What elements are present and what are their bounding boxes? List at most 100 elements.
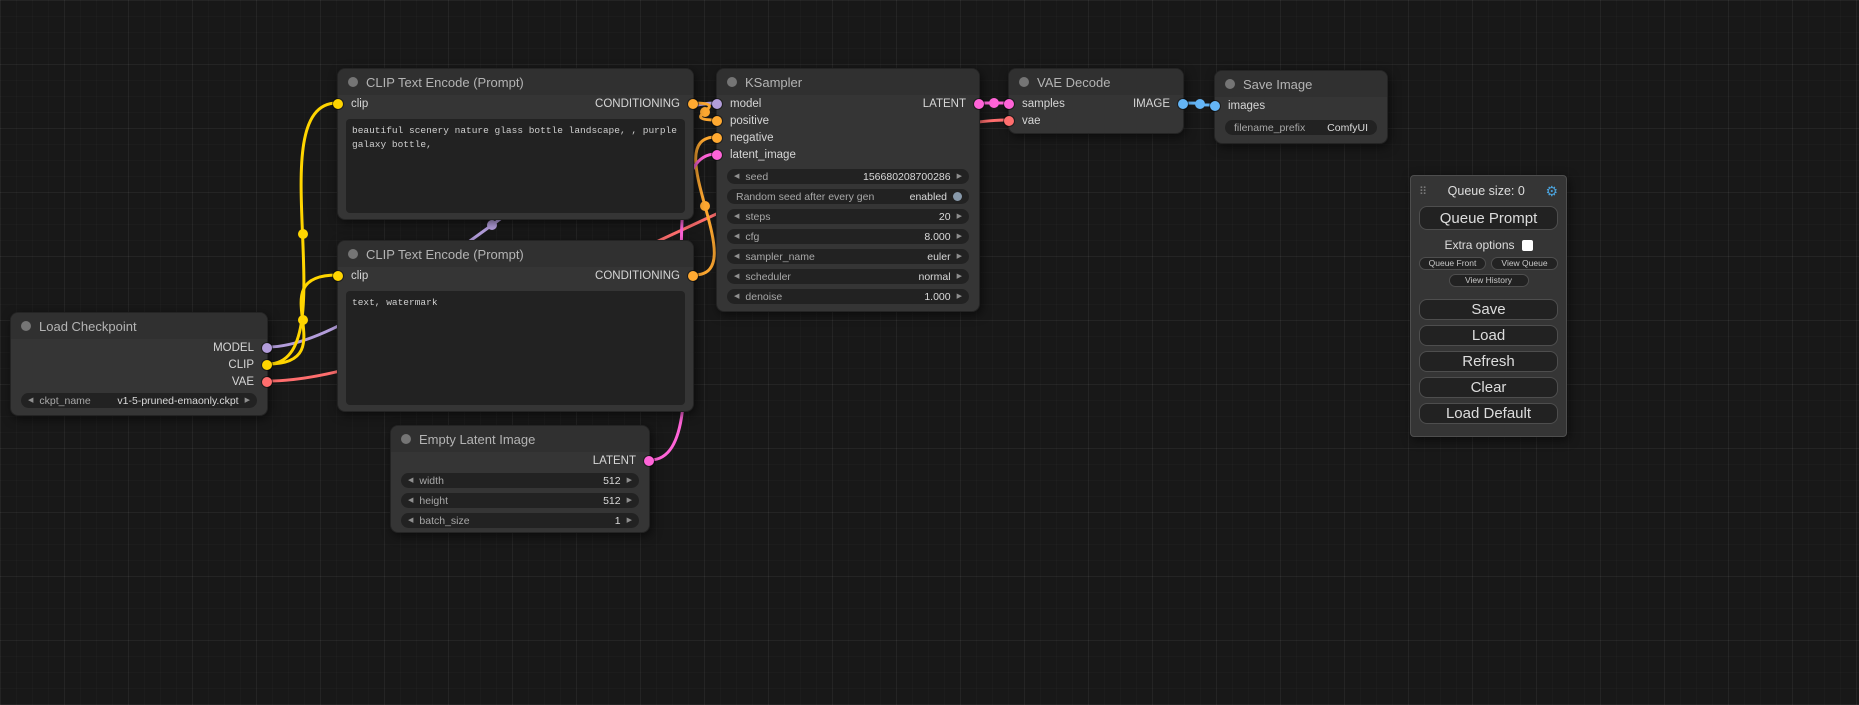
output-slot-vae[interactable] [262, 377, 272, 387]
view-queue-button[interactable]: View Queue [1491, 257, 1558, 270]
settings-gear-icon[interactable]: ⚙ [1545, 183, 1558, 200]
decrement-arrow-icon[interactable]: ◀ [28, 397, 33, 404]
input-slot-images[interactable] [1210, 101, 1220, 111]
input-slot-negative[interactable] [712, 133, 722, 143]
output-slot-conditioning[interactable] [688, 271, 698, 281]
input-slot-clip[interactable] [333, 99, 343, 109]
node-title-bar[interactable]: CLIP Text Encode (Prompt) [338, 69, 693, 95]
denoise-widget[interactable]: ◀ denoise 1.000 ▶ [727, 289, 969, 304]
decrement-arrow-icon[interactable]: ◀ [734, 253, 739, 260]
refresh-button[interactable]: Refresh [1419, 351, 1558, 372]
node-title-bar[interactable]: VAE Decode [1009, 69, 1183, 95]
increment-arrow-icon[interactable]: ▶ [957, 273, 962, 280]
output-slot-latent[interactable] [974, 99, 984, 109]
increment-arrow-icon[interactable]: ▶ [627, 517, 632, 524]
load-default-button[interactable]: Load Default [1419, 403, 1558, 424]
sampler-name-widget[interactable]: ◀ sampler_name euler ▶ [727, 249, 969, 264]
input-label-positive: positive [730, 115, 769, 127]
cfg-widget[interactable]: ◀ cfg 8.000 ▶ [727, 229, 969, 244]
output-slot-model[interactable] [262, 343, 272, 353]
node-vae-decode[interactable]: VAE Decode samples IMAGE vae [1008, 68, 1184, 134]
decrement-arrow-icon[interactable]: ◀ [734, 213, 739, 220]
widget-label: filename_prefix [1234, 122, 1305, 134]
input-slot-latent-image[interactable] [712, 150, 722, 160]
output-slot-latent[interactable] [644, 456, 654, 466]
output-label-clip: CLIP [228, 359, 254, 371]
save-button[interactable]: Save [1419, 299, 1558, 320]
filename-prefix-widget[interactable]: filename_prefix ComfyUI [1225, 120, 1377, 135]
width-widget[interactable]: ◀ width 512 ▶ [401, 473, 639, 488]
drag-handle-icon[interactable]: ⠿ [1419, 185, 1427, 198]
collapse-dot-icon[interactable] [348, 249, 358, 259]
decrement-arrow-icon[interactable]: ◀ [734, 273, 739, 280]
input-slot-positive[interactable] [712, 116, 722, 126]
decrement-arrow-icon[interactable]: ◀ [734, 293, 739, 300]
decrement-arrow-icon[interactable]: ◀ [408, 477, 413, 484]
widget-value: ComfyUI [1327, 122, 1368, 134]
collapse-dot-icon[interactable] [727, 77, 737, 87]
increment-arrow-icon[interactable]: ▶ [245, 397, 250, 404]
node-clip-text-encode-negative[interactable]: CLIP Text Encode (Prompt) clip CONDITION… [337, 240, 694, 412]
node-graph-canvas[interactable]: Load Checkpoint MODEL CLIP VAE ◀ ckpt_na… [0, 0, 1859, 705]
view-history-button[interactable]: View History [1449, 274, 1529, 287]
increment-arrow-icon[interactable]: ▶ [957, 253, 962, 260]
prompt-text-input[interactable]: text, watermark [346, 291, 685, 405]
output-label-latent: LATENT [923, 98, 966, 110]
steps-widget[interactable]: ◀ steps 20 ▶ [727, 209, 969, 224]
height-widget[interactable]: ◀ height 512 ▶ [401, 493, 639, 508]
increment-arrow-icon[interactable]: ▶ [957, 233, 962, 240]
decrement-arrow-icon[interactable]: ◀ [408, 497, 413, 504]
increment-arrow-icon[interactable]: ▶ [957, 213, 962, 220]
node-ksampler[interactable]: KSampler model LATENT positive negative … [716, 68, 980, 312]
collapse-dot-icon[interactable] [1019, 77, 1029, 87]
node-empty-latent-image[interactable]: Empty Latent Image LATENT ◀ width 512 ▶ … [390, 425, 650, 533]
node-title-bar[interactable]: CLIP Text Encode (Prompt) [338, 241, 693, 267]
extra-options-checkbox[interactable] [1522, 240, 1533, 251]
increment-arrow-icon[interactable]: ▶ [627, 477, 632, 484]
node-title-bar[interactable]: Save Image [1215, 71, 1387, 97]
queue-prompt-button[interactable]: Queue Prompt [1419, 206, 1558, 230]
load-button[interactable]: Load [1419, 325, 1558, 346]
wire-midpoint-dot [487, 220, 497, 230]
output-label-conditioning: CONDITIONING [595, 270, 680, 282]
node-load-checkpoint[interactable]: Load Checkpoint MODEL CLIP VAE ◀ ckpt_na… [10, 312, 268, 416]
widget-label: Random seed after every gen [736, 191, 874, 203]
decrement-arrow-icon[interactable]: ◀ [734, 233, 739, 240]
scheduler-widget[interactable]: ◀ scheduler normal ▶ [727, 269, 969, 284]
collapse-dot-icon[interactable] [21, 321, 31, 331]
increment-arrow-icon[interactable]: ▶ [957, 293, 962, 300]
input-slot-clip[interactable] [333, 271, 343, 281]
output-slot-conditioning[interactable] [688, 99, 698, 109]
input-slot-vae[interactable] [1004, 116, 1014, 126]
slot-row: clip CONDITIONING [338, 267, 693, 285]
increment-arrow-icon[interactable]: ▶ [957, 173, 962, 180]
toggle-on-dot-icon[interactable] [953, 192, 962, 201]
prompt-text-input[interactable]: beautiful scenery nature glass bottle la… [346, 119, 685, 213]
queue-front-button[interactable]: Queue Front [1419, 257, 1486, 270]
widget-label: sampler_name [745, 251, 814, 263]
decrement-arrow-icon[interactable]: ◀ [408, 517, 413, 524]
node-title-bar[interactable]: KSampler [717, 69, 979, 95]
collapse-dot-icon[interactable] [1225, 79, 1235, 89]
wire-midpoint-dot [298, 229, 308, 239]
ckpt-name-widget[interactable]: ◀ ckpt_name v1-5-pruned-emaonly.ckpt ▶ [21, 393, 257, 408]
output-slot-clip[interactable] [262, 360, 272, 370]
output-slot-image[interactable] [1178, 99, 1188, 109]
collapse-dot-icon[interactable] [348, 77, 358, 87]
node-save-image[interactable]: Save Image images filename_prefix ComfyU… [1214, 70, 1388, 144]
batch-size-widget[interactable]: ◀ batch_size 1 ▶ [401, 513, 639, 528]
node-title-bar[interactable]: Empty Latent Image [391, 426, 649, 452]
seed-widget[interactable]: ◀ seed 156680208700286 ▶ [727, 169, 969, 184]
node-clip-text-encode-positive[interactable]: CLIP Text Encode (Prompt) clip CONDITION… [337, 68, 694, 220]
control-after-generate-widget[interactable]: Random seed after every gen enabled [727, 189, 969, 204]
node-title-bar[interactable]: Load Checkpoint [11, 313, 267, 339]
node-title: Load Checkpoint [39, 319, 137, 334]
collapse-dot-icon[interactable] [401, 434, 411, 444]
widget-value: 8.000 [924, 231, 950, 243]
input-slot-samples[interactable] [1004, 99, 1014, 109]
clear-button[interactable]: Clear [1419, 377, 1558, 398]
input-slot-model[interactable] [712, 99, 722, 109]
input-label-vae: vae [1022, 115, 1041, 127]
increment-arrow-icon[interactable]: ▶ [627, 497, 632, 504]
decrement-arrow-icon[interactable]: ◀ [734, 173, 739, 180]
